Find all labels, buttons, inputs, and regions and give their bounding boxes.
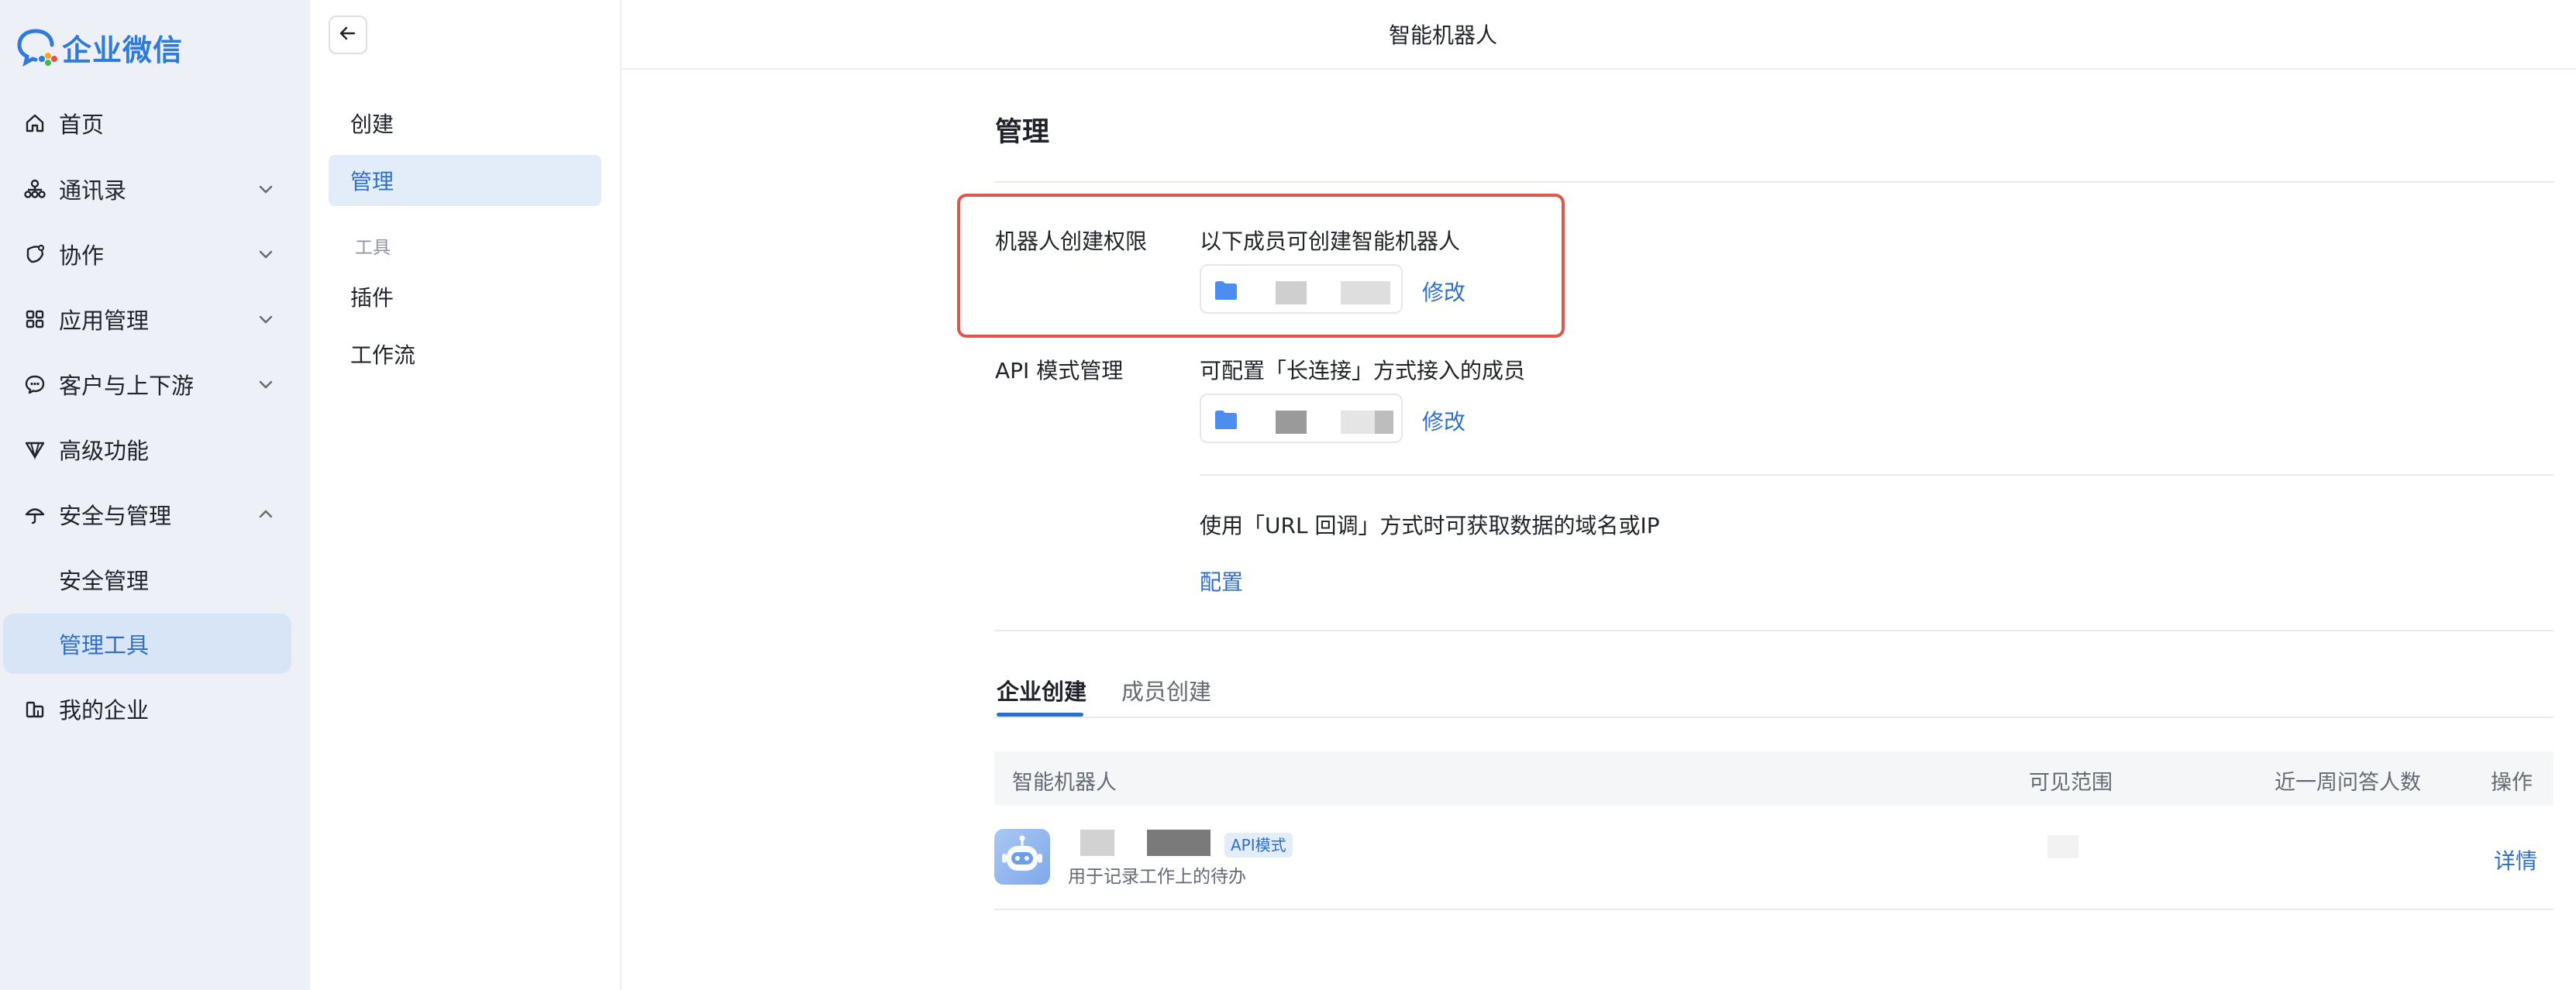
grid-icon bbox=[23, 308, 46, 331]
sidebar-item-management-tools[interactable]: 管理工具 bbox=[3, 614, 291, 674]
app-name: 企业微信 bbox=[62, 33, 184, 67]
page-title: 智能机器人 bbox=[1388, 22, 1497, 48]
sidebar-item-label: 客户与上下游 bbox=[59, 373, 195, 399]
url-callback-configure-link[interactable]: 配置 bbox=[1200, 565, 1243, 596]
chevron-down-icon bbox=[254, 177, 277, 201]
arrow-left-icon bbox=[338, 23, 358, 46]
nav-group-label-tools: 工具 bbox=[355, 238, 391, 258]
divider bbox=[1200, 474, 2554, 476]
robot-details-link[interactable]: 详情 bbox=[2494, 844, 2537, 875]
robot-avatar-icon bbox=[994, 829, 1050, 885]
chat-bubble-icon bbox=[23, 373, 46, 396]
divider bbox=[994, 909, 2554, 910]
chevron-up-icon bbox=[254, 503, 277, 526]
sidebar-item-label: 我的企业 bbox=[59, 697, 150, 724]
nav-item-label: 工作流 bbox=[350, 342, 416, 368]
tab-member-created[interactable]: 成员创建 bbox=[1121, 674, 1211, 706]
sidebar-item-collaboration[interactable]: 协作 bbox=[3, 224, 291, 284]
sidebar-item-advanced[interactable]: 高级功能 bbox=[3, 419, 291, 480]
org-chart-icon bbox=[23, 177, 46, 201]
chevron-down-icon bbox=[254, 373, 277, 396]
sidebar-item-label: 协作 bbox=[59, 242, 105, 269]
redacted-robot-name bbox=[1080, 830, 1114, 856]
api-mode-desc: 可配置「长连接」方式接入的成员 bbox=[1200, 358, 1526, 383]
divider bbox=[994, 181, 2554, 183]
url-callback-desc: 使用「URL 回调」方式时可获取数据的域名或IP bbox=[1200, 513, 1660, 538]
column-header-weekly-users: 近一周问答人数 bbox=[2275, 771, 2421, 795]
redacted-name bbox=[1276, 411, 1307, 434]
redacted-name bbox=[1341, 411, 1375, 434]
sidebar-item-label: 首页 bbox=[59, 112, 105, 138]
folder-icon bbox=[1214, 280, 1238, 301]
collaboration-icon bbox=[23, 242, 46, 266]
sidebar-item-label: 通讯录 bbox=[59, 177, 127, 204]
sidebar-item-home[interactable]: 首页 bbox=[3, 93, 291, 153]
nav-item-label: 管理 bbox=[350, 169, 394, 194]
tab-enterprise-created[interactable]: 企业创建 bbox=[997, 674, 1087, 706]
nav-item-workflow[interactable]: 工作流 bbox=[329, 328, 601, 380]
sidebar-item-label: 应用管理 bbox=[59, 308, 150, 334]
nav-item-label: 创建 bbox=[350, 112, 394, 137]
divider bbox=[994, 630, 2554, 631]
divider bbox=[994, 717, 2554, 718]
sidebar-item-security-management[interactable]: 安全管理 bbox=[3, 549, 291, 610]
sidebar-item-label: 高级功能 bbox=[59, 438, 150, 464]
sidebar: 企业微信 首页 通讯录 协作 应用管理 客户与上下游 高级功能 安全与管理 安全… bbox=[0, 0, 310, 990]
column-header-visibility: 可见范围 bbox=[2029, 771, 2113, 795]
column-header-robot: 智能机器人 bbox=[1012, 771, 1117, 795]
api-mode-label: API 模式管理 bbox=[995, 358, 1124, 383]
sidebar-item-my-enterprise[interactable]: 我的企业 bbox=[3, 679, 291, 739]
chevron-down-icon bbox=[254, 308, 277, 331]
diamond-icon bbox=[23, 438, 46, 461]
nav-item-manage[interactable]: 管理 bbox=[329, 155, 601, 206]
redacted-name bbox=[1341, 281, 1390, 304]
top-header: 智能机器人 bbox=[310, 0, 2576, 70]
api-mode-modify-link[interactable]: 修改 bbox=[1422, 405, 1465, 436]
create-permission-modify-link[interactable]: 修改 bbox=[1422, 276, 1465, 307]
api-mode-member-box[interactable] bbox=[1200, 394, 1403, 443]
back-button[interactable] bbox=[329, 15, 367, 54]
create-permission-member-box[interactable] bbox=[1200, 264, 1403, 314]
chevron-down-icon bbox=[254, 242, 277, 266]
folder-icon bbox=[1214, 409, 1238, 431]
redacted-name bbox=[1276, 281, 1307, 304]
sidebar-item-customers[interactable]: 客户与上下游 bbox=[3, 354, 291, 414]
home-icon bbox=[23, 112, 46, 135]
sidebar-item-label: 管理工具 bbox=[59, 632, 150, 658]
building-icon bbox=[23, 697, 46, 720]
redacted-name bbox=[1375, 411, 1393, 434]
sidebar-item-security[interactable]: 安全与管理 bbox=[3, 484, 291, 545]
sidebar-item-app-management[interactable]: 应用管理 bbox=[3, 289, 291, 349]
redacted-robot-name bbox=[1147, 830, 1211, 856]
nav-item-create[interactable]: 创建 bbox=[329, 98, 601, 149]
robot-description: 用于记录工作上的待办 bbox=[1068, 867, 1246, 887]
sidebar-item-label: 安全与管理 bbox=[59, 503, 172, 529]
create-permission-desc: 以下成员可创建智能机器人 bbox=[1200, 229, 1461, 254]
umbrella-icon bbox=[23, 503, 46, 526]
wecom-logo-icon bbox=[17, 28, 59, 67]
create-permission-label: 机器人创建权限 bbox=[995, 229, 1148, 254]
app-logo[interactable]: 企业微信 bbox=[17, 28, 183, 67]
nav-item-label: 插件 bbox=[350, 285, 394, 311]
api-mode-badge: API模式 bbox=[1224, 833, 1293, 858]
redacted-visibility bbox=[2047, 835, 2078, 858]
sidebar-item-label: 安全管理 bbox=[59, 568, 150, 594]
sidebar-item-contacts[interactable]: 通讯录 bbox=[3, 159, 291, 219]
nav-item-plugins[interactable]: 插件 bbox=[329, 271, 601, 322]
section-title: 管理 bbox=[995, 117, 1050, 148]
column-header-actions: 操作 bbox=[2491, 771, 2533, 795]
